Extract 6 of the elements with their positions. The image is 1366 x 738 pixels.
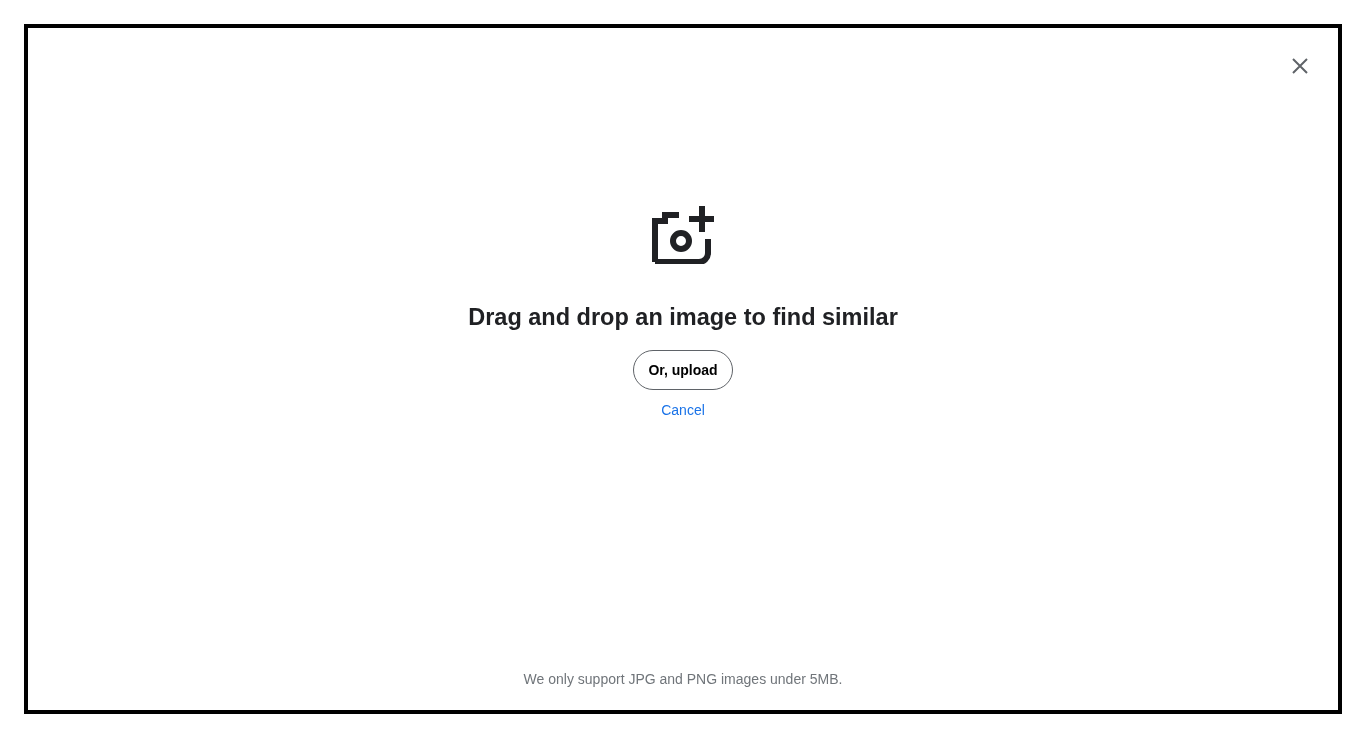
camera-plus-icon (652, 206, 714, 264)
upload-button[interactable]: Or, upload (633, 350, 733, 390)
format-note: We only support JPG and PNG images under 5MB. (523, 671, 843, 687)
dialog-heading: Drag and drop an image to find similar (468, 304, 898, 331)
cancel-link[interactable]: Cancel (661, 402, 705, 418)
close-icon (1292, 58, 1308, 74)
